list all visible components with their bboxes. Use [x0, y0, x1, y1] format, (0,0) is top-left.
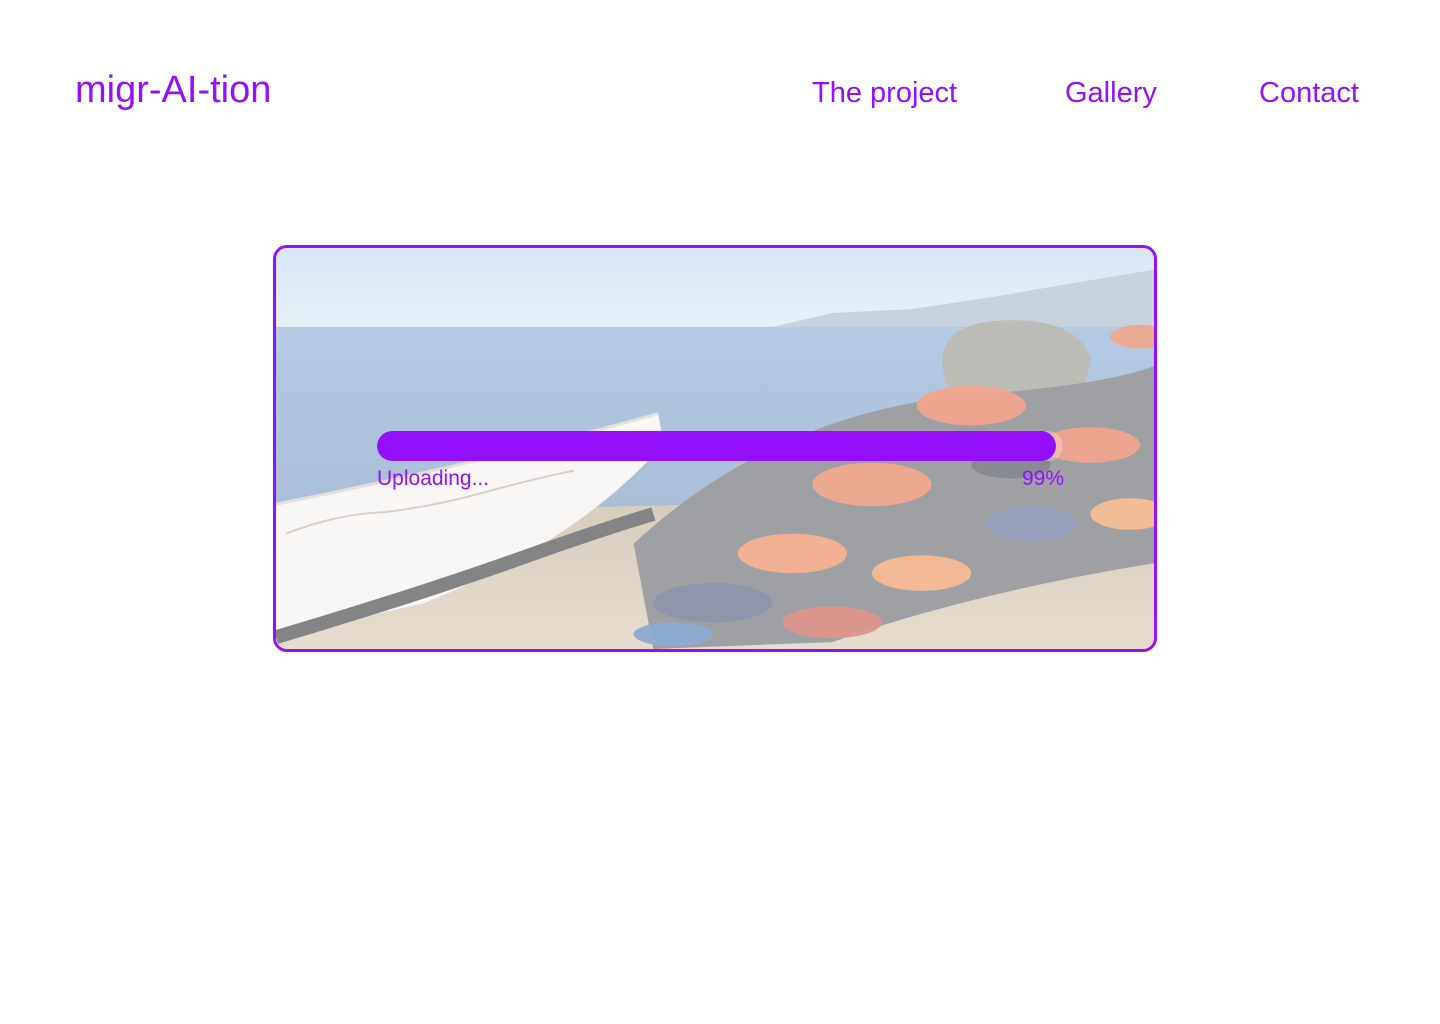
nav-link-the-project[interactable]: The project — [812, 74, 957, 112]
nav-link-contact[interactable]: Contact — [1259, 74, 1359, 112]
upload-progress-fill — [377, 431, 1057, 461]
upload-status-text: Uploading... — [377, 467, 490, 490]
upload-panel: Uploading... 99% — [273, 245, 1157, 652]
upload-progress-bar — [377, 431, 1063, 461]
page: migr-AI-tion The project Gallery Contact — [0, 0, 1440, 1024]
nav-link-gallery[interactable]: Gallery — [1065, 74, 1157, 112]
site-logo[interactable]: migr-AI-tion — [75, 66, 271, 114]
upload-percent-text: 99% — [1022, 467, 1065, 490]
